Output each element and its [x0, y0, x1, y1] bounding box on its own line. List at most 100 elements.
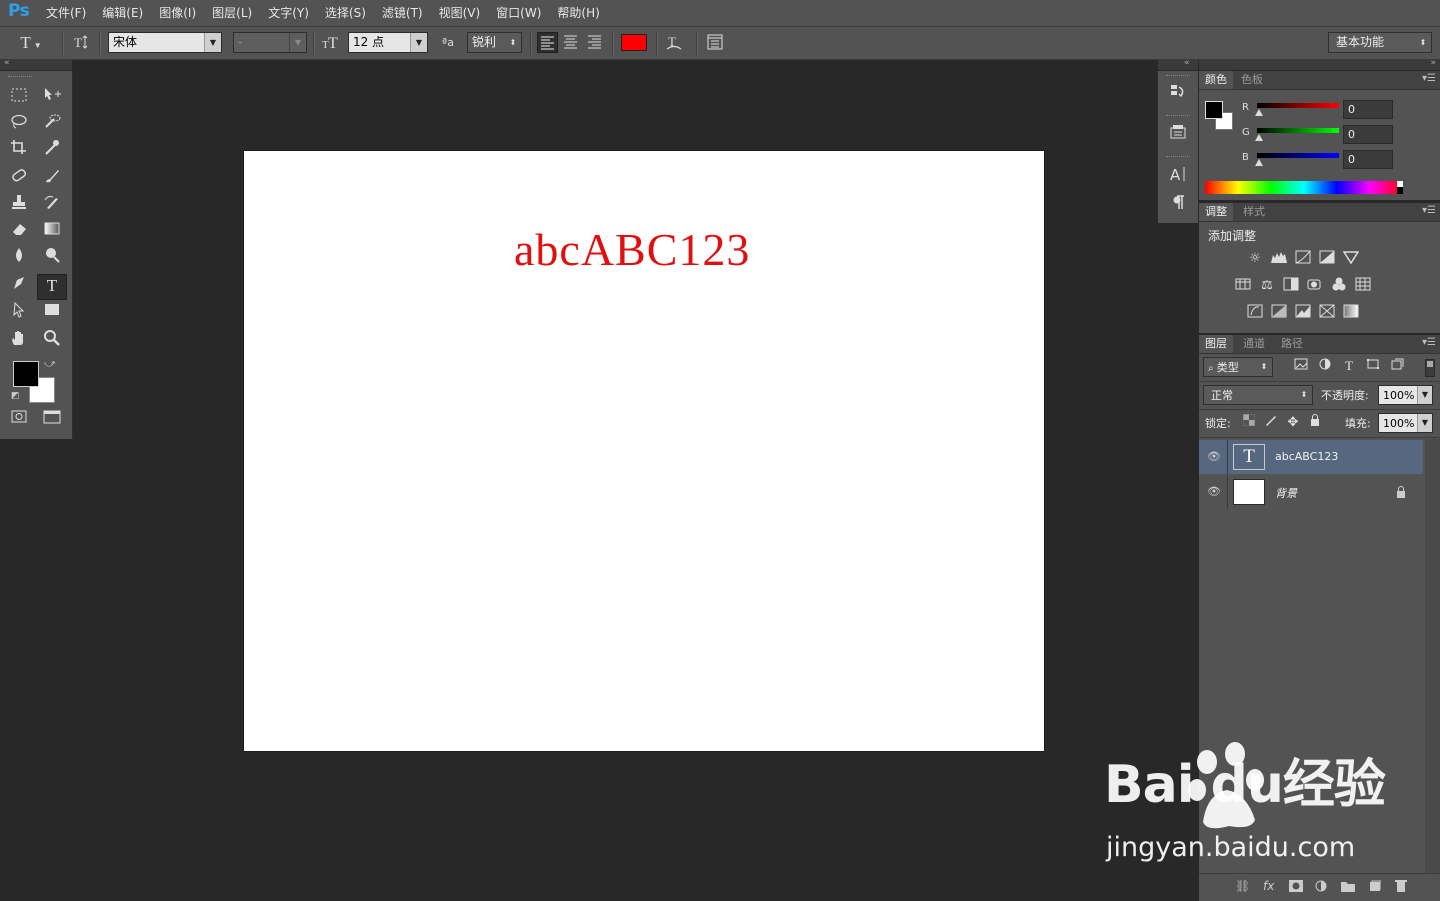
panel-menu-icon[interactable]: ▾☰ [1422, 337, 1436, 348]
path-selection-tool-icon[interactable] [5, 301, 33, 326]
exposure-icon[interactable] [1317, 250, 1337, 268]
layers-scrollbar[interactable] [1425, 439, 1440, 873]
gradient-map-icon[interactable] [1341, 304, 1361, 322]
delete-layer-trash-icon[interactable] [1395, 879, 1407, 895]
lasso-tool-icon[interactable] [5, 113, 33, 137]
blue-slider[interactable] [1257, 153, 1339, 158]
filter-smart-object-icon[interactable] [1387, 358, 1407, 376]
type-tool-preset-icon[interactable]: T ▼ [18, 32, 44, 53]
menu-help[interactable]: 帮助(H) [549, 0, 607, 26]
tab-styles[interactable]: 样式 [1237, 203, 1271, 221]
ramp-black-swatch[interactable] [1397, 187, 1403, 194]
align-center-button[interactable] [561, 32, 582, 53]
swap-colors-icon[interactable]: ⤻ [44, 357, 56, 371]
grip-handle[interactable] [1166, 75, 1190, 79]
toolbox-header[interactable]: « [0, 58, 72, 70]
tab-channels[interactable]: 通道 [1237, 335, 1271, 353]
blend-mode-select[interactable]: 正常 ⬍ [1203, 385, 1313, 405]
toggle-orientation-icon[interactable]: T [70, 32, 92, 53]
filter-shape-icon[interactable] [1363, 358, 1383, 376]
foreground-color-swatch[interactable] [13, 361, 39, 387]
hue-saturation-icon[interactable] [1233, 277, 1253, 295]
collapse-arrows-icon[interactable]: « [4, 58, 10, 68]
black-white-icon[interactable] [1281, 277, 1301, 295]
crop-tool-icon[interactable] [5, 139, 33, 163]
lock-position-icon[interactable]: ✥ [1283, 414, 1303, 432]
green-value-field[interactable]: 0 [1343, 125, 1393, 144]
color-balance-icon[interactable]: ⚖ [1257, 277, 1277, 295]
properties-panel-icon[interactable] [1164, 123, 1192, 147]
add-mask-icon[interactable] [1289, 880, 1303, 895]
dodge-tool-icon[interactable] [38, 247, 66, 271]
blur-tool-icon[interactable] [5, 247, 33, 271]
filter-adjustment-icon[interactable] [1315, 358, 1335, 376]
antialias-select[interactable]: 锐利 ⬍ [467, 32, 522, 53]
green-slider[interactable] [1257, 128, 1339, 133]
tab-adjustments[interactable]: 调整 [1199, 203, 1233, 221]
grip-handle[interactable] [1166, 156, 1190, 160]
align-right-button[interactable] [585, 32, 606, 53]
color-spectrum-ramp[interactable] [1205, 181, 1403, 194]
threshold-icon[interactable] [1293, 304, 1313, 322]
right-dock-header[interactable]: » [1199, 58, 1440, 70]
screen-mode-icon[interactable] [38, 409, 66, 433]
visibility-eye-icon[interactable]: 👁 [1207, 485, 1221, 498]
levels-icon[interactable] [1269, 250, 1289, 268]
warp-text-icon[interactable]: T [663, 32, 685, 53]
curves-icon[interactable] [1293, 250, 1313, 268]
expand-arrows-icon[interactable]: « [1184, 58, 1190, 68]
paragraph-panel-icon[interactable] [1164, 193, 1192, 217]
character-panel-toggle-icon[interactable] [704, 32, 726, 53]
green-slider-knob[interactable] [1255, 134, 1263, 141]
menu-file[interactable]: 文件(F) [38, 0, 94, 26]
rectangle-tool-icon[interactable] [38, 302, 66, 326]
dock-header[interactable]: « [1158, 58, 1198, 70]
history-panel-icon[interactable] [1164, 83, 1192, 107]
red-slider[interactable] [1257, 103, 1339, 108]
layer-filter-select[interactable]: ⌕ 类型 ⬍ [1203, 357, 1273, 377]
marquee-tool-icon[interactable] [5, 86, 33, 110]
collapse-arrows-icon[interactable]: » [1430, 58, 1436, 68]
new-group-folder-icon[interactable] [1341, 880, 1355, 895]
selective-color-icon[interactable] [1317, 304, 1337, 322]
channel-mixer-icon[interactable] [1329, 277, 1349, 295]
red-value-field[interactable]: 0 [1343, 100, 1393, 119]
pen-tool-icon[interactable] [5, 275, 33, 299]
tab-color[interactable]: 颜色 [1199, 71, 1233, 89]
tab-swatches[interactable]: 色板 [1235, 71, 1269, 89]
align-left-button[interactable] [537, 32, 558, 53]
text-color-swatch[interactable] [621, 34, 647, 51]
menu-layer[interactable]: 图层(L) [204, 0, 260, 26]
healing-brush-tool-icon[interactable] [5, 168, 33, 192]
history-brush-tool-icon[interactable] [38, 194, 66, 218]
fill-field[interactable]: 100% ▼ [1378, 413, 1433, 433]
lock-all-icon[interactable] [1305, 414, 1325, 432]
move-tool-icon[interactable] [38, 86, 66, 110]
quick-selection-tool-icon[interactable] [38, 113, 66, 137]
filter-toggle-switch[interactable] [1425, 359, 1435, 377]
grip-handle[interactable] [1166, 115, 1190, 119]
quick-mask-icon[interactable] [5, 409, 33, 433]
grip-handle[interactable] [8, 76, 32, 80]
workspace-select[interactable]: 基本功能 ⬍ [1328, 32, 1432, 53]
menu-filter[interactable]: 滤镜(T) [374, 0, 431, 26]
tab-paths[interactable]: 路径 [1275, 335, 1309, 353]
layer-name[interactable]: 背景 [1275, 485, 1297, 501]
menu-image[interactable]: 图像(I) [151, 0, 204, 26]
color-lookup-icon[interactable] [1353, 277, 1373, 295]
type-tool-icon[interactable]: T [37, 274, 67, 300]
layer-name[interactable]: abcABC123 [1275, 450, 1338, 463]
menu-select[interactable]: 选择(S) [317, 0, 374, 26]
new-layer-icon[interactable] [1369, 880, 1382, 895]
opacity-field[interactable]: 100% ▼ [1378, 385, 1433, 405]
menu-view[interactable]: 视图(V) [431, 0, 489, 26]
vibrance-icon[interactable] [1341, 250, 1361, 268]
visibility-eye-icon[interactable]: 👁 [1207, 450, 1221, 463]
eraser-tool-icon[interactable] [5, 221, 33, 245]
blue-slider-knob[interactable] [1255, 159, 1263, 166]
font-style-select[interactable]: - ▼ [233, 32, 307, 53]
menu-type[interactable]: 文字(Y) [260, 0, 317, 26]
filter-type-icon[interactable]: T [1339, 357, 1359, 375]
menu-edit[interactable]: 编辑(E) [94, 0, 151, 26]
brightness-contrast-icon[interactable]: ☼ [1245, 250, 1265, 268]
